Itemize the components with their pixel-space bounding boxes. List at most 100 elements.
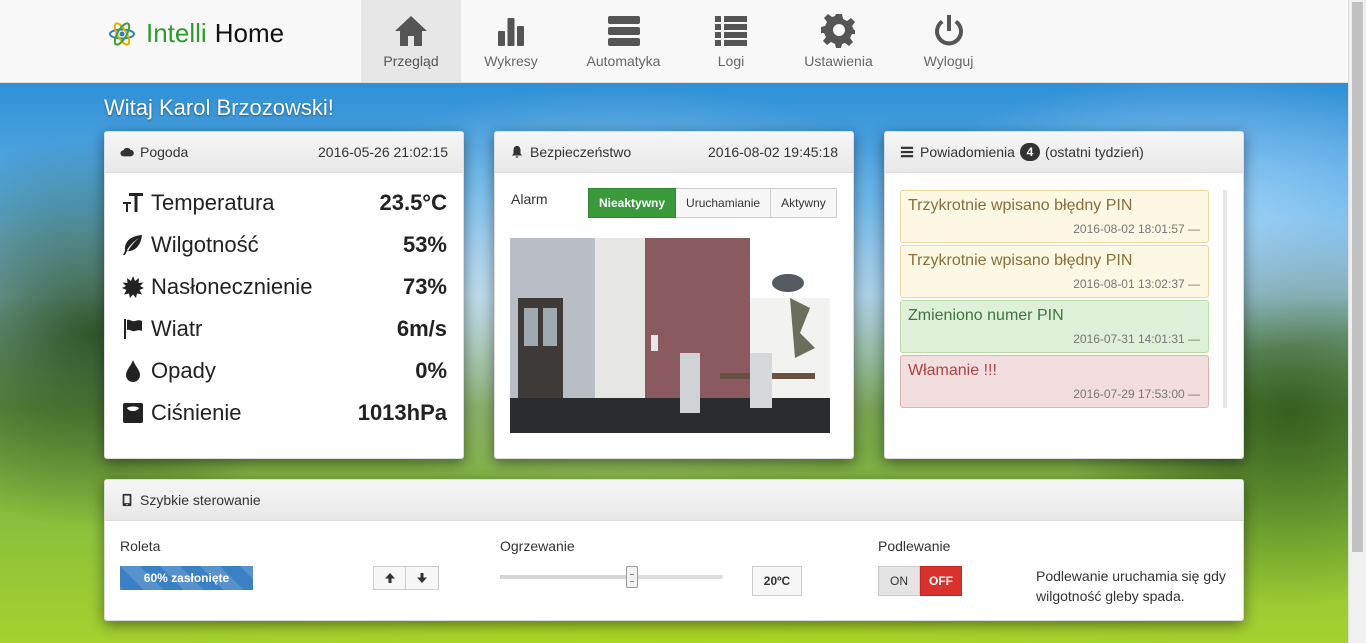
sun-icon — [122, 276, 144, 298]
weather-row-rain: Opady 0% — [105, 350, 463, 392]
main-nav: Przegląd Wykresy Automatyka Logi Ustawie… — [361, 0, 996, 82]
weather-value: 6m/s — [396, 316, 447, 341]
alarm-inactive-button[interactable]: Nieaktywny — [588, 188, 677, 218]
alarm-label: Alarm — [511, 191, 548, 207]
scrollbar-thumb[interactable] — [1352, 2, 1363, 552]
blind-label: Roleta — [120, 538, 161, 554]
weather-row-temperature: Temperatura 23.5°C — [105, 182, 463, 224]
notification-item[interactable]: Włamanie !!! 2016-07-29 17:53:00 — — [900, 355, 1209, 408]
watering-note: Podlewanie uruchamia się gdy wilgotność … — [1036, 568, 1226, 604]
temperature-icon — [123, 193, 143, 212]
security-title: Bezpieczeństwo — [530, 144, 632, 160]
brand-name-part2: Home — [214, 18, 285, 48]
weather-timestamp: 2016-05-26 21:02:15 — [318, 144, 448, 160]
nav-item-ustawienia[interactable]: Ustawienia — [776, 0, 901, 82]
notifications-list: Trzykrotnie wpisano błędny PIN 2016-08-0… — [900, 190, 1209, 410]
notification-item[interactable]: Zmieniono numer PIN 2016-07-31 14:01:31 … — [900, 300, 1209, 353]
notification-item[interactable]: Trzykrotnie wpisano błędny PIN 2016-08-0… — [900, 190, 1209, 243]
brand-name-part1: Intelli — [146, 18, 207, 48]
blind-progress-bar: 60% zasłonięte — [120, 566, 253, 590]
alarm-mode-group: Nieaktywny Uruchamianie Aktywny — [588, 188, 837, 218]
notification-item[interactable]: Trzykrotnie wpisano błędny PIN 2016-08-0… — [900, 245, 1209, 298]
notifications-title: Powiadomienia — [920, 144, 1015, 160]
nav-label: Automatyka — [586, 53, 661, 69]
blind-arrow-group — [373, 566, 439, 590]
notifications-panel: Powiadomienia 4 (ostatni tydzień) Trzykr… — [884, 131, 1244, 459]
notifications-period: (ostatni tydzień) — [1044, 144, 1144, 160]
weather-value: 53% — [402, 232, 447, 257]
weather-value: 1013hPa — [357, 400, 447, 425]
quick-controls-heading: Szybkie sterowanie — [105, 480, 1243, 521]
weather-row-pressure: Ciśnienie 1013hPa — [105, 392, 463, 434]
blind-down-button[interactable] — [406, 566, 439, 590]
nav-item-wykresy[interactable]: Wykresy — [461, 0, 561, 82]
weather-value: 23.5°C — [379, 190, 447, 215]
weather-panel-heading: Pogoda 2016-05-26 21:02:15 — [105, 132, 463, 173]
heating-slider-fill — [500, 575, 632, 579]
watering-toggle: ON OFF — [878, 566, 962, 596]
heating-slider[interactable] — [500, 566, 723, 588]
watering-on-button[interactable]: ON — [878, 566, 920, 596]
weather-label: Temperatura — [151, 190, 275, 215]
notification-time: 2016-08-01 13:02:37 — — [1073, 277, 1200, 291]
gear-icon — [820, 14, 855, 48]
weather-row-sun: Nasłonecznienie 73% — [105, 266, 463, 308]
weather-label: Nasłonecznienie — [151, 274, 313, 299]
watering-off-button[interactable]: OFF — [920, 566, 962, 596]
notification-time: 2016-07-31 14:01:31 — — [1073, 332, 1200, 346]
security-panel: Bezpieczeństwo 2016-08-02 19:45:18 Alarm… — [494, 131, 854, 459]
security-timestamp: 2016-08-02 19:45:18 — [708, 144, 838, 160]
cloud-icon — [120, 147, 134, 157]
arrow-up-icon — [384, 573, 395, 583]
blind-up-button[interactable] — [373, 566, 406, 590]
alarm-active-button[interactable]: Aktywny — [771, 188, 837, 218]
atom-logo-icon — [109, 21, 135, 46]
nav-label: Przegląd — [383, 53, 439, 69]
weather-title: Pogoda — [140, 144, 189, 160]
weather-label: Wiatr — [151, 316, 203, 341]
weather-list: Temperatura 23.5°C Wilgotność 53% Nasłon… — [105, 173, 463, 434]
heating-temperature-button[interactable]: 20ºC — [752, 566, 802, 596]
weather-label: Ciśnienie — [151, 400, 242, 425]
nav-label: Logi — [717, 53, 745, 69]
bar-chart-icon — [498, 18, 524, 46]
leaf-icon — [123, 235, 142, 255]
notifications-count-badge: 4 — [1019, 143, 1040, 161]
heating-label: Ogrzewanie — [500, 538, 575, 554]
quick-controls-title: Szybkie sterowanie — [140, 492, 261, 508]
notification-text: Trzykrotnie wpisano błędny PIN — [908, 197, 1133, 214]
nav-label: Ustawienia — [804, 53, 873, 69]
list-icon — [715, 16, 747, 46]
brand[interactable]: Intelli Home — [108, 18, 284, 49]
navbar: Intelli Home Przegląd Wykresy Automatyka … — [0, 0, 1348, 83]
nav-item-przeglad[interactable]: Przegląd — [361, 0, 461, 82]
list-icon — [900, 146, 914, 158]
home-icon — [395, 16, 427, 46]
camera-feed-image — [510, 238, 830, 433]
weather-value: 0% — [415, 358, 447, 383]
heating-slider-handle[interactable] — [625, 566, 638, 588]
notifications-panel-heading: Powiadomienia 4 (ostatni tydzień) — [885, 132, 1243, 173]
page-scrollbar[interactable] — [1348, 0, 1366, 643]
blind-progress: 60% zasłonięte — [120, 566, 253, 590]
bell-icon — [511, 145, 523, 158]
weather-label: Opady — [151, 358, 216, 383]
quick-controls-panel: Szybkie sterowanie Roleta 60% zasłonięte… — [104, 479, 1244, 621]
weather-row-wind: Wiatr 6m/s — [105, 308, 463, 350]
weather-value: 73% — [402, 274, 447, 299]
notification-text: Zmieniono numer PIN — [908, 307, 1064, 324]
security-panel-heading: Bezpieczeństwo 2016-08-02 19:45:18 — [495, 132, 853, 173]
notification-text: Trzykrotnie wpisano błędny PIN — [908, 252, 1133, 269]
alarm-arming-button[interactable]: Uruchamianie — [676, 188, 772, 218]
nav-item-wyloguj[interactable]: Wyloguj — [901, 0, 996, 82]
weather-panel: Pogoda 2016-05-26 21:02:15 Temperatura 2… — [104, 131, 464, 459]
welcome-heading: Witaj Karol Brzozowski! — [104, 95, 334, 120]
weather-row-humidity: Wilgotność 53% — [105, 224, 463, 266]
nav-label: Wyloguj — [923, 53, 974, 69]
nav-item-logi[interactable]: Logi — [686, 0, 776, 82]
notification-time: 2016-07-29 17:53:00 — — [1073, 387, 1200, 401]
server-icon — [607, 16, 640, 46]
notifications-scroll-track[interactable] — [1223, 190, 1227, 408]
mobile-phone-icon — [122, 493, 132, 507]
nav-item-automatyka[interactable]: Automatyka — [561, 0, 686, 82]
